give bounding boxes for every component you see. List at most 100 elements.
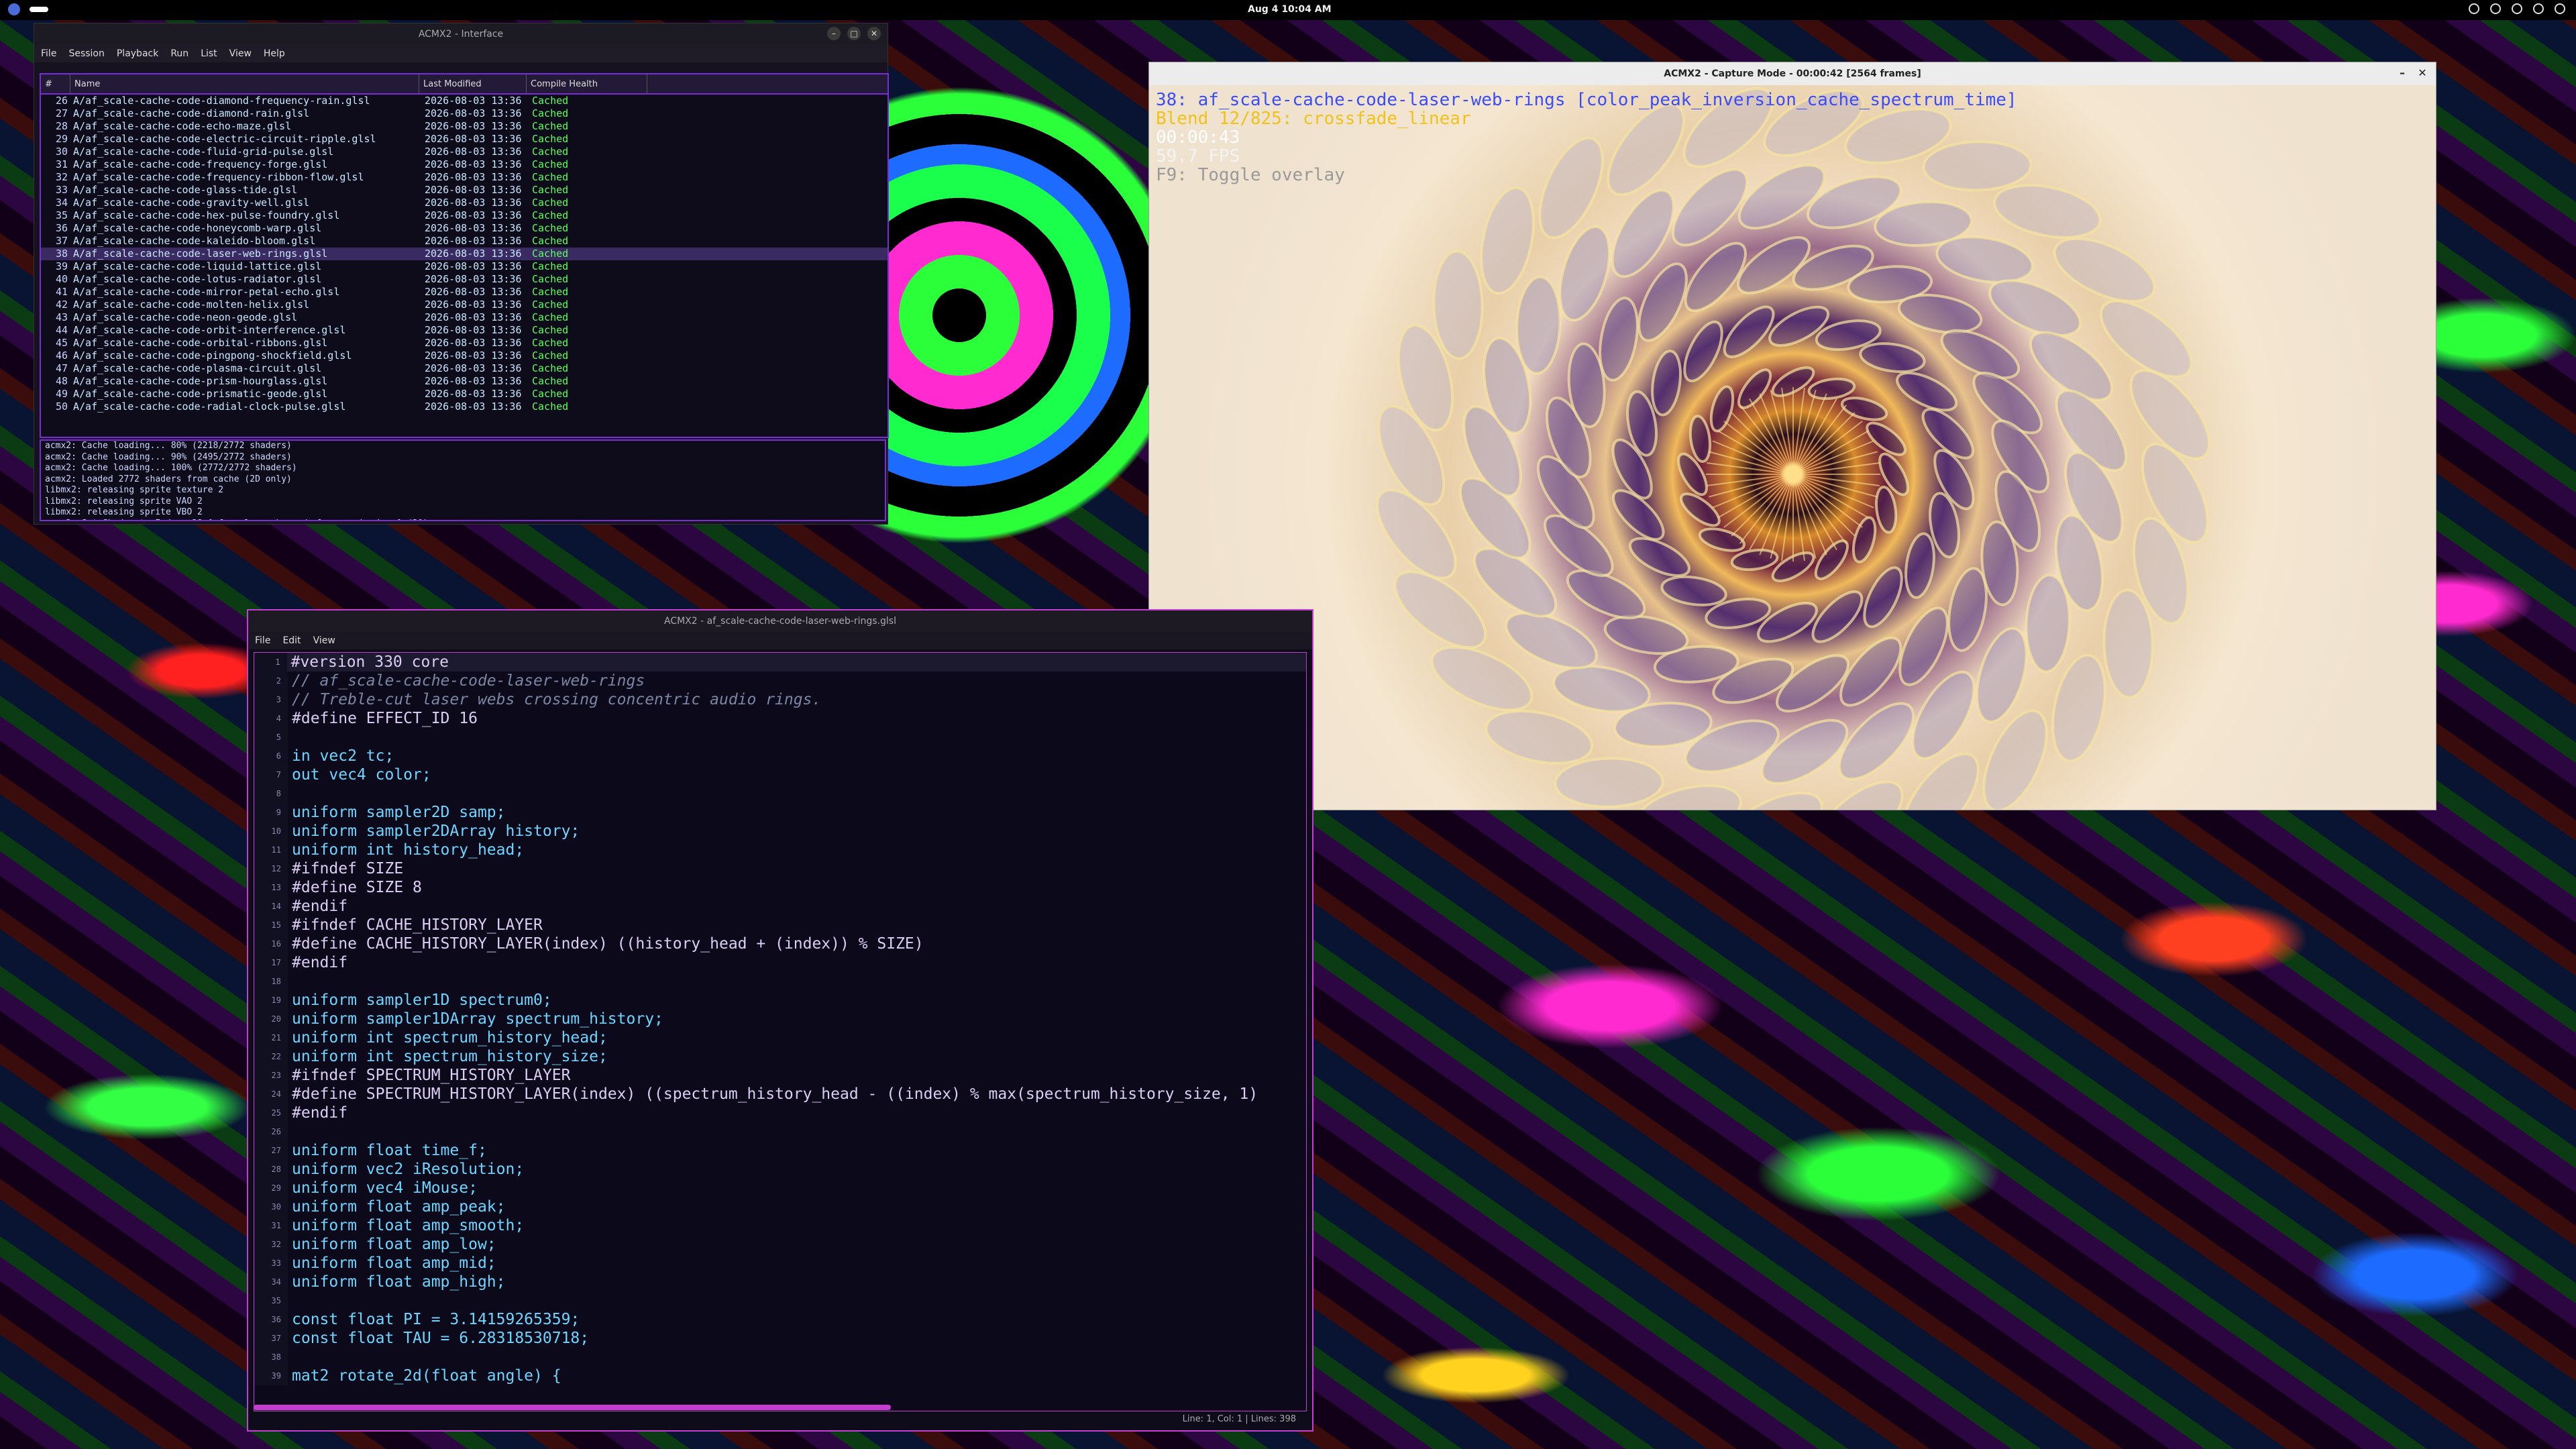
petal-shape bbox=[1935, 235, 2034, 284]
line-number: 5 bbox=[254, 728, 288, 747]
network-icon[interactable] bbox=[2469, 3, 2479, 14]
volume-icon[interactable] bbox=[2512, 3, 2522, 14]
row-modified: 2026-08-03 13:36 bbox=[425, 120, 522, 132]
table-row[interactable]: 45 A/af_scale-cache-code-orbital-ribbons.… bbox=[41, 337, 888, 350]
menu-item-view[interactable]: View bbox=[229, 48, 252, 59]
horizontal-scrollbar[interactable] bbox=[254, 1405, 891, 1410]
menu-item-view[interactable]: View bbox=[313, 635, 335, 646]
menu-item-file[interactable]: File bbox=[255, 635, 270, 646]
code-line: 28 uniform vec2 iResolution; bbox=[254, 1160, 1306, 1179]
table-row[interactable]: 41 A/af_scale-cache-code-mirror-petal-ech… bbox=[41, 286, 888, 299]
log-line: libmx2: releasing sprite texture 2 bbox=[45, 485, 224, 495]
code-line: 23 #ifndef SPECTRUM_HISTORY_LAYER bbox=[254, 1066, 1306, 1085]
maximize-icon[interactable]: □ bbox=[847, 27, 861, 40]
minimize-icon[interactable]: – bbox=[2396, 66, 2409, 79]
row-modified: 2026-08-03 13:36 bbox=[425, 158, 522, 170]
menu-item-file[interactable]: File bbox=[41, 48, 56, 59]
col-name[interactable]: Name bbox=[70, 74, 419, 93]
code-editor[interactable]: 1 #version 330 core 2// af_scale-cache-cod… bbox=[254, 652, 1307, 1411]
menu-item-list[interactable]: List bbox=[201, 48, 217, 59]
code-line: 19 uniform sampler1D spectrum0; bbox=[254, 991, 1306, 1010]
line-text: uniform sampler1DArray spectrum_history; bbox=[292, 1010, 663, 1028]
table-row[interactable]: 40 A/af_scale-cache-code-lotus-radiator.g… bbox=[41, 273, 888, 286]
menu-item-help[interactable]: Help bbox=[264, 48, 285, 59]
minimize-icon[interactable]: – bbox=[827, 27, 841, 40]
line-text: #endif bbox=[292, 1104, 348, 1122]
table-row[interactable]: 31 A/af_scale-cache-code-frequency-forge.… bbox=[41, 158, 888, 171]
row-name: A/af_scale-cache-code-liquid-lattice.gls… bbox=[73, 260, 322, 272]
code-line: 30 uniform float amp_peak; bbox=[254, 1197, 1306, 1216]
code-line: 3// Treble-cut laser webs crossing conce… bbox=[254, 690, 1306, 709]
row-num: 38 bbox=[55, 248, 68, 260]
close-icon[interactable]: ✕ bbox=[867, 27, 881, 40]
line-text: // af_scale-cache-code-laser-web-rings bbox=[292, 672, 645, 690]
line-text: uniform int history_head; bbox=[292, 841, 525, 859]
visualizer-canvas[interactable]: 38: af_scale-cache-code-laser-web-rings … bbox=[1149, 85, 2436, 810]
log-line: acmx2: Cache loading... 90% (2495/2772 s… bbox=[45, 451, 292, 462]
code-line: 25 #endif bbox=[254, 1104, 1306, 1122]
row-name: A/af_scale-cache-code-pingpong-shockfiel… bbox=[73, 350, 352, 362]
table-row[interactable]: 32 A/af_scale-cache-code-frequency-ribbon… bbox=[41, 171, 888, 184]
menu-item-playback[interactable]: Playback bbox=[117, 48, 158, 59]
center-ray bbox=[1770, 474, 1794, 559]
line-text: uniform int spectrum_history_head; bbox=[292, 1029, 608, 1046]
table-row[interactable]: 50 A/af_scale-cache-code-radial-clock-pul… bbox=[41, 400, 888, 413]
line-number: 25 bbox=[254, 1104, 288, 1122]
table-row[interactable]: 39 A/af_scale-cache-code-liquid-lattice.g… bbox=[41, 260, 888, 273]
line-number: 1 bbox=[254, 653, 287, 672]
shader-table[interactable]: # Name Last Modified Compile Health 26 A/… bbox=[40, 73, 889, 438]
editor-menubar: File Edit View bbox=[248, 632, 1312, 649]
table-row[interactable]: 27 A/af_scale-cache-code-diamond-rain.gls… bbox=[41, 107, 888, 120]
table-row[interactable]: 33 A/af_scale-cache-code-glass-tide.glsl 2… bbox=[41, 184, 888, 197]
menu-item-session[interactable]: Session bbox=[68, 48, 104, 59]
row-health: Cached bbox=[532, 133, 569, 145]
menu-item-edit[interactable]: Edit bbox=[282, 635, 301, 646]
table-row[interactable]: 46 A/af_scale-cache-code-pingpong-shockfi… bbox=[41, 350, 888, 362]
log-line: libmx2: releasing sprite VBO 2 bbox=[45, 507, 203, 517]
table-row[interactable]: 48 A/af_scale-cache-code-prism-hourglass.… bbox=[41, 375, 888, 388]
wifi-icon[interactable] bbox=[2490, 3, 2501, 14]
table-row[interactable]: 47 A/af_scale-cache-code-plasma-circuit.g… bbox=[41, 362, 888, 375]
table-row[interactable]: 30 A/af_scale-cache-code-fluid-grid-pulse… bbox=[41, 146, 888, 158]
line-number: 10 bbox=[254, 822, 288, 841]
table-row[interactable]: 44 A/af_scale-cache-code-orbit-interferen… bbox=[41, 324, 888, 337]
power-icon[interactable] bbox=[2555, 3, 2565, 14]
table-row[interactable]: 29 A/af_scale-cache-code-electric-circuit… bbox=[41, 133, 888, 146]
editor-titlebar[interactable]: ACMX2 - af_scale-cache-code-laser-web-ri… bbox=[248, 610, 1312, 632]
interface-titlebar[interactable]: ACMX2 - Interface – □ ✕ bbox=[34, 23, 888, 45]
row-num: 29 bbox=[55, 133, 68, 145]
table-row[interactable]: 28 A/af_scale-cache-code-echo-maze.glsl 20… bbox=[41, 120, 888, 133]
table-row[interactable]: 35 A/af_scale-cache-code-hex-pulse-foundr… bbox=[41, 209, 888, 222]
battery-icon[interactable] bbox=[2533, 3, 2544, 14]
activities-icon[interactable] bbox=[8, 3, 20, 15]
row-name: A/af_scale-cache-code-honeycomb-warp.gls… bbox=[73, 222, 322, 234]
col-num[interactable]: # bbox=[41, 74, 70, 93]
line-number: 9 bbox=[254, 803, 288, 822]
col-health[interactable]: Compile Health bbox=[527, 74, 647, 93]
line-number: 19 bbox=[254, 991, 288, 1010]
close-icon[interactable]: ✕ bbox=[2416, 66, 2429, 79]
line-text: #endif bbox=[292, 898, 348, 915]
table-row[interactable]: 34 A/af_scale-cache-code-gravity-well.gls… bbox=[41, 197, 888, 209]
menu-item-run[interactable]: Run bbox=[170, 48, 189, 59]
table-row[interactable]: 42 A/af_scale-cache-code-molten-helix.gls… bbox=[41, 299, 888, 311]
table-row[interactable]: 49 A/af_scale-cache-code-prismatic-geode.… bbox=[41, 388, 888, 400]
petal-shape bbox=[1709, 385, 1735, 433]
row-modified: 2026-08-03 13:36 bbox=[425, 388, 522, 400]
table-row[interactable]: 43 A/af_scale-cache-code-neon-geode.glsl 2… bbox=[41, 311, 888, 324]
center-ray bbox=[1792, 474, 1878, 498]
table-row[interactable]: 37 A/af_scale-cache-code-kaleido-bloom.gl… bbox=[41, 235, 888, 248]
table-row[interactable]: 26 A/af_scale-cache-code-diamond-frequenc… bbox=[41, 95, 888, 107]
table-row[interactable]: 36 A/af_scale-cache-code-honeycomb-warp.g… bbox=[41, 222, 888, 235]
capture-titlebar[interactable]: ACMX2 - Capture Mode - 00:00:42 [2564 fr… bbox=[1149, 62, 2436, 85]
clock[interactable]: Aug 4 10:04 AM bbox=[1248, 4, 1332, 15]
row-num: 39 bbox=[55, 260, 68, 272]
table-row[interactable]: 38 A/af_scale-cache-code-laser-web-rings.… bbox=[41, 248, 888, 260]
line-text bbox=[288, 1291, 292, 1310]
line-number: 24 bbox=[254, 1085, 288, 1104]
workspace-indicator[interactable] bbox=[30, 7, 48, 12]
code-line: 5 bbox=[254, 728, 1306, 747]
row-health: Cached bbox=[532, 146, 569, 158]
petal-shape bbox=[1660, 575, 1727, 606]
col-modified[interactable]: Last Modified bbox=[419, 74, 527, 93]
